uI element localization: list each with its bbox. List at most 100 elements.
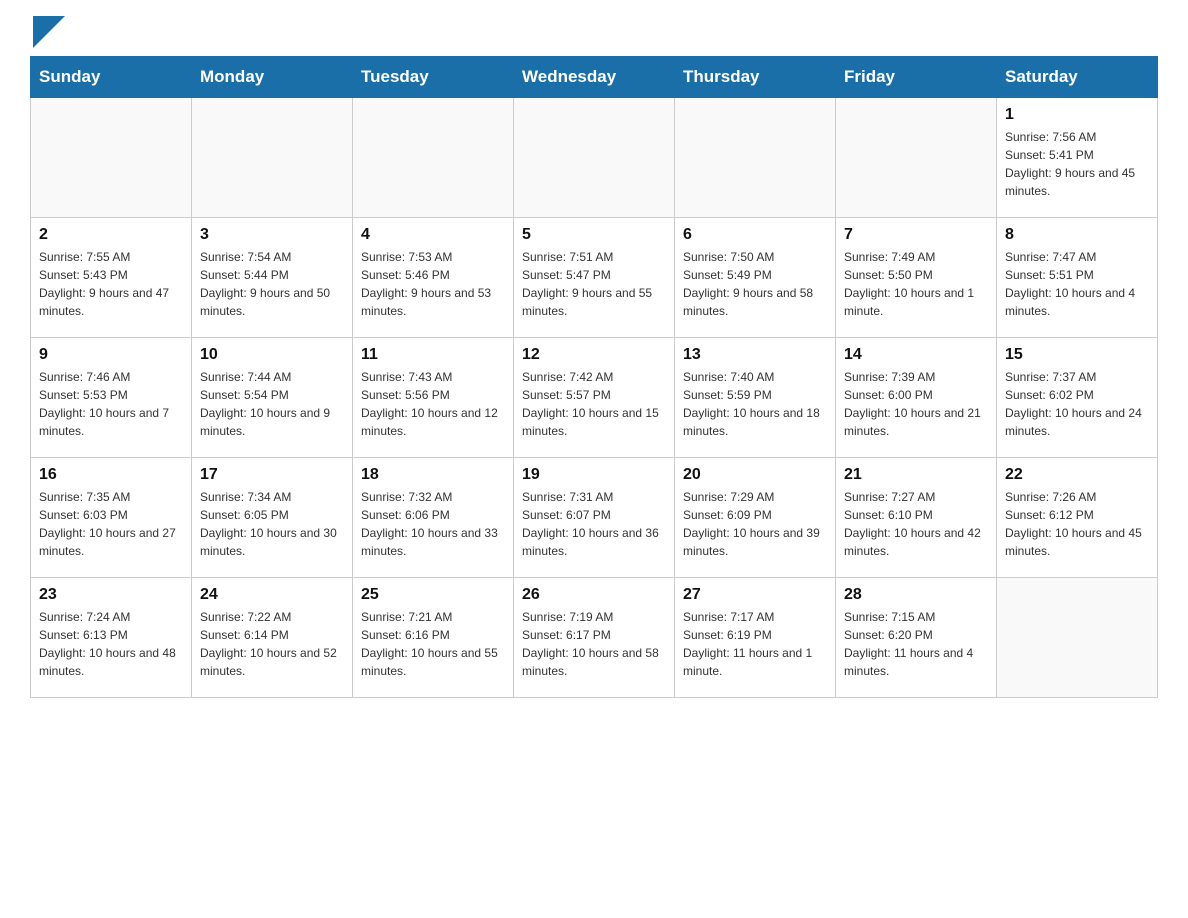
day-number-w4-d3: 19 [522,466,666,484]
calendar-cell-w5-d2: 25 Sunrise: 7:21 AM Sunset: 6:16 PM Dayli… [353,578,514,698]
day-number-w3-d4: 13 [683,346,827,364]
day-info-w1-d6: Sunrise: 7:56 AM Sunset: 5:41 PM Dayligh… [1005,128,1149,200]
calendar-cell-w4-d1: 17 Sunrise: 7:34 AM Sunset: 6:05 PM Dayli… [192,458,353,578]
calendar-table: Sunday Monday Tuesday Wednesday Thursday… [30,56,1158,698]
calendar-header-row: Sunday Monday Tuesday Wednesday Thursday… [31,57,1158,98]
calendar-week-5: 23Sunrise: 7:24 AM Sunset: 6:13 PM Dayli… [31,578,1158,698]
calendar-cell-w4-d3: 19 Sunrise: 7:31 AM Sunset: 6:07 PM Dayli… [514,458,675,578]
calendar-cell-w4-d5: 21Sunrise: 7:27 AM Sunset: 6:10 PM Dayli… [836,458,997,578]
calendar-cell-w4-d2: 18Sunrise: 7:32 AM Sunset: 6:06 PM Dayli… [353,458,514,578]
day-number-w3-d1: 10 [200,346,344,364]
calendar-cell-w3-d5: 14 Sunrise: 7:39 AM Sunset: 6:00 PM Dayli… [836,338,997,458]
day-number-w5-d3: 26 [522,586,666,604]
calendar-cell-w2-d5: 7 Sunrise: 7:49 AM Sunset: 5:50 PM Daylig… [836,218,997,338]
calendar-cell-w1-d0 [31,98,192,218]
calendar-week-1: 1 Sunrise: 7:56 AM Sunset: 5:41 PM Daylig… [31,98,1158,218]
day-info-w2-d3: Sunrise: 7:51 AM Sunset: 5:47 PM Dayligh… [522,248,666,320]
day-number-w5-d2: 25 [361,586,505,604]
day-info-w2-d4: Sunrise: 7:50 AM Sunset: 5:49 PM Dayligh… [683,248,827,320]
col-monday: Monday [192,57,353,98]
day-info-w5-d3: Sunrise: 7:19 AM Sunset: 6:17 PM Dayligh… [522,608,666,680]
calendar-cell-w1-d2 [353,98,514,218]
day-number-w4-d1: 17 [200,466,344,484]
calendar-cell-w3-d1: 10 Sunrise: 7:44 AM Sunset: 5:54 PM Dayli… [192,338,353,458]
col-sunday: Sunday [31,57,192,98]
day-info-w3-d1: Sunrise: 7:44 AM Sunset: 5:54 PM Dayligh… [200,368,344,440]
day-info-w4-d1: Sunrise: 7:34 AM Sunset: 6:05 PM Dayligh… [200,488,344,560]
day-number-w4-d0: 16 [39,466,183,484]
day-number-w5-d4: 27 [683,586,827,604]
day-info-w3-d5: Sunrise: 7:39 AM Sunset: 6:00 PM Dayligh… [844,368,988,440]
day-number-w2-d2: 4 [361,226,505,244]
day-number-w2-d3: 5 [522,226,666,244]
calendar-cell-w5-d5: 28 Sunrise: 7:15 AM Sunset: 6:20 PM Dayli… [836,578,997,698]
day-number-w1-d6: 1 [1005,106,1149,124]
calendar-cell-w5-d1: 24 Sunrise: 7:22 AM Sunset: 6:14 PM Dayli… [192,578,353,698]
calendar-cell-w1-d5 [836,98,997,218]
logo-arrow-icon [33,16,65,48]
col-saturday: Saturday [997,57,1158,98]
day-info-w2-d2: Sunrise: 7:53 AM Sunset: 5:46 PM Dayligh… [361,248,505,320]
day-number-w3-d3: 12 [522,346,666,364]
col-thursday: Thursday [675,57,836,98]
col-tuesday: Tuesday [353,57,514,98]
day-info-w4-d4: Sunrise: 7:29 AM Sunset: 6:09 PM Dayligh… [683,488,827,560]
calendar-cell-w2-d4: 6 Sunrise: 7:50 AM Sunset: 5:49 PM Daylig… [675,218,836,338]
day-info-w4-d6: Sunrise: 7:26 AM Sunset: 6:12 PM Dayligh… [1005,488,1149,560]
day-number-w3-d2: 11 [361,346,505,364]
calendar-week-2: 2 Sunrise: 7:55 AM Sunset: 5:43 PM Daylig… [31,218,1158,338]
day-number-w5-d5: 28 [844,586,988,604]
day-info-w4-d3: Sunrise: 7:31 AM Sunset: 6:07 PM Dayligh… [522,488,666,560]
day-number-w3-d6: 15 [1005,346,1149,364]
calendar-cell-w4-d6: 22 Sunrise: 7:26 AM Sunset: 6:12 PM Dayli… [997,458,1158,578]
day-info-w5-d1: Sunrise: 7:22 AM Sunset: 6:14 PM Dayligh… [200,608,344,680]
day-info-w3-d6: Sunrise: 7:37 AM Sunset: 6:02 PM Dayligh… [1005,368,1149,440]
day-info-w5-d4: Sunrise: 7:17 AM Sunset: 6:19 PM Dayligh… [683,608,827,680]
calendar-cell-w1-d6: 1 Sunrise: 7:56 AM Sunset: 5:41 PM Daylig… [997,98,1158,218]
day-info-w2-d0: Sunrise: 7:55 AM Sunset: 5:43 PM Dayligh… [39,248,183,320]
day-number-w5-d0: 23 [39,586,183,604]
calendar-cell-w3-d0: 9 Sunrise: 7:46 AM Sunset: 5:53 PM Daylig… [31,338,192,458]
calendar-cell-w5-d4: 27 Sunrise: 7:17 AM Sunset: 6:19 PM Dayli… [675,578,836,698]
calendar-cell-w1-d4 [675,98,836,218]
day-number-w3-d0: 9 [39,346,183,364]
col-wednesday: Wednesday [514,57,675,98]
calendar-week-4: 16 Sunrise: 7:35 AM Sunset: 6:03 PM Dayli… [31,458,1158,578]
logo [30,20,65,46]
day-number-w4-d2: 18 [361,466,505,484]
calendar-cell-w2-d3: 5 Sunrise: 7:51 AM Sunset: 5:47 PM Daylig… [514,218,675,338]
calendar-cell-w4-d4: 20 Sunrise: 7:29 AM Sunset: 6:09 PM Dayli… [675,458,836,578]
day-info-w2-d6: Sunrise: 7:47 AM Sunset: 5:51 PM Dayligh… [1005,248,1149,320]
day-number-w5-d1: 24 [200,586,344,604]
day-number-w2-d5: 7 [844,226,988,244]
day-number-w2-d6: 8 [1005,226,1149,244]
day-info-w2-d1: Sunrise: 7:54 AM Sunset: 5:44 PM Dayligh… [200,248,344,320]
calendar-cell-w3-d6: 15 Sunrise: 7:37 AM Sunset: 6:02 PM Dayli… [997,338,1158,458]
day-info-w3-d2: Sunrise: 7:43 AM Sunset: 5:56 PM Dayligh… [361,368,505,440]
calendar-cell-w2-d0: 2 Sunrise: 7:55 AM Sunset: 5:43 PM Daylig… [31,218,192,338]
day-number-w3-d5: 14 [844,346,988,364]
day-info-w3-d0: Sunrise: 7:46 AM Sunset: 5:53 PM Dayligh… [39,368,183,440]
day-number-w2-d1: 3 [200,226,344,244]
col-friday: Friday [836,57,997,98]
day-info-w3-d4: Sunrise: 7:40 AM Sunset: 5:59 PM Dayligh… [683,368,827,440]
day-number-w4-d5: 21 [844,466,988,484]
day-number-w2-d0: 2 [39,226,183,244]
day-number-w2-d4: 6 [683,226,827,244]
day-info-w2-d5: Sunrise: 7:49 AM Sunset: 5:50 PM Dayligh… [844,248,988,320]
calendar-cell-w3-d3: 12 Sunrise: 7:42 AM Sunset: 5:57 PM Dayli… [514,338,675,458]
calendar-cell-w5-d0: 23Sunrise: 7:24 AM Sunset: 6:13 PM Dayli… [31,578,192,698]
day-info-w5-d2: Sunrise: 7:21 AM Sunset: 6:16 PM Dayligh… [361,608,505,680]
calendar-cell-w3-d2: 11 Sunrise: 7:43 AM Sunset: 5:56 PM Dayli… [353,338,514,458]
page-header [30,20,1158,46]
calendar-cell-w2-d2: 4 Sunrise: 7:53 AM Sunset: 5:46 PM Daylig… [353,218,514,338]
day-number-w4-d6: 22 [1005,466,1149,484]
day-number-w4-d4: 20 [683,466,827,484]
day-info-w4-d0: Sunrise: 7:35 AM Sunset: 6:03 PM Dayligh… [39,488,183,560]
day-info-w5-d5: Sunrise: 7:15 AM Sunset: 6:20 PM Dayligh… [844,608,988,680]
calendar-week-3: 9 Sunrise: 7:46 AM Sunset: 5:53 PM Daylig… [31,338,1158,458]
calendar-cell-w5-d6 [997,578,1158,698]
day-info-w3-d3: Sunrise: 7:42 AM Sunset: 5:57 PM Dayligh… [522,368,666,440]
calendar-cell-w5-d3: 26 Sunrise: 7:19 AM Sunset: 6:17 PM Dayli… [514,578,675,698]
calendar-cell-w1-d3 [514,98,675,218]
